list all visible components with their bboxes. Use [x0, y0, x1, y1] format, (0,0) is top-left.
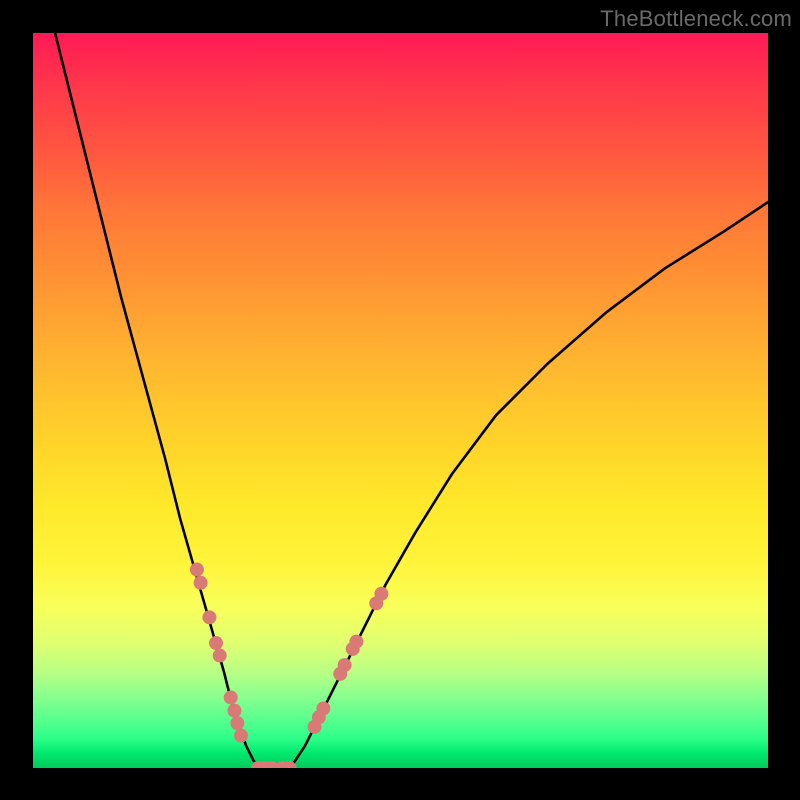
highlight-dot: [349, 635, 363, 649]
chart-svg: [33, 33, 768, 768]
series-right-limb: [290, 202, 768, 768]
highlight-dot: [209, 636, 223, 650]
highlight-dot: [190, 563, 204, 577]
highlight-dot: [194, 576, 208, 590]
highlight-dot: [234, 729, 248, 743]
chart-frame: TheBottleneck.com: [0, 0, 800, 800]
highlight-dot: [316, 701, 330, 715]
highlight-dot: [374, 587, 388, 601]
highlight-dot: [213, 649, 227, 663]
highlight-dot: [230, 716, 244, 730]
plot-area: [33, 33, 768, 768]
highlight-dot: [227, 704, 241, 718]
curve-layer: [55, 33, 768, 768]
highlight-dot: [202, 610, 216, 624]
series-left-limb: [55, 33, 261, 768]
highlight-dot: [224, 690, 238, 704]
watermark-text: TheBottleneck.com: [600, 6, 792, 32]
marker-layer: [190, 563, 388, 768]
highlight-dot: [338, 658, 352, 672]
